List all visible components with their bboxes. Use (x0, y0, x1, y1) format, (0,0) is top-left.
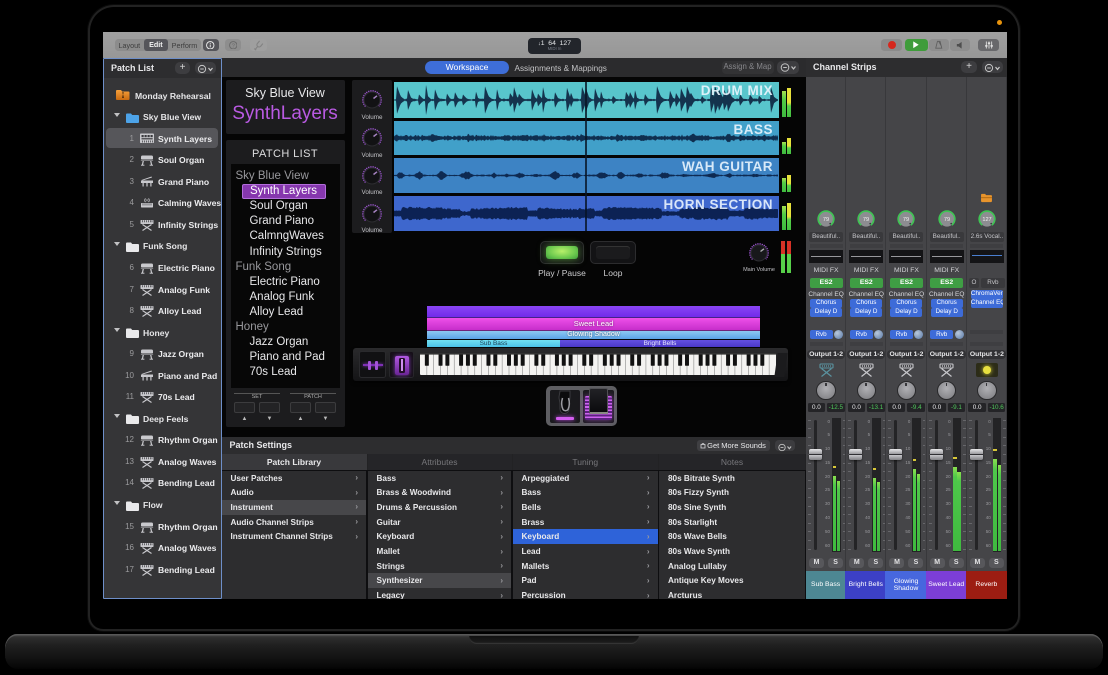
svg-text:79: 79 (944, 217, 950, 223)
svg-text:79: 79 (863, 217, 869, 223)
svg-text:127: 127 (982, 217, 991, 223)
svg-text:?: ? (231, 43, 234, 49)
svg-text:79: 79 (903, 217, 909, 223)
svg-text:79: 79 (823, 217, 829, 223)
